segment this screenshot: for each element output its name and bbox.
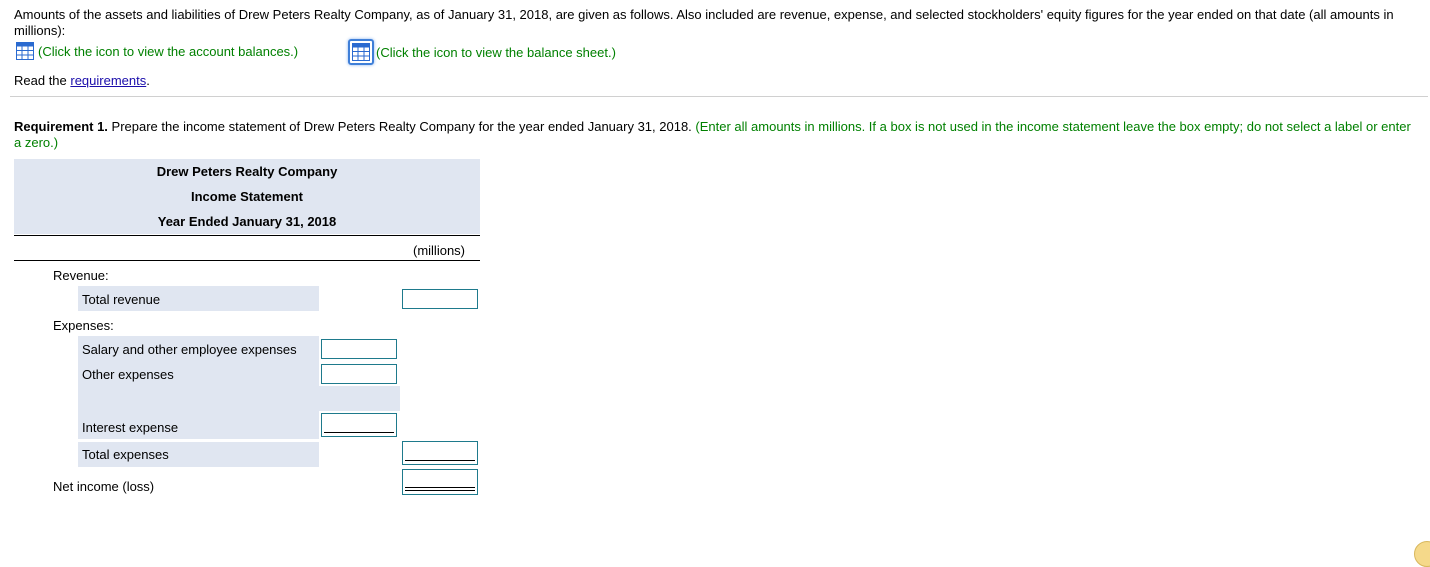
interest-expense-label[interactable]: Interest expense	[82, 420, 178, 435]
net-income-underline-top	[405, 487, 475, 488]
interest-expense-row[interactable]: Interest expense	[78, 411, 319, 439]
account-balances-link-text[interactable]: (Click the icon to view the account bala…	[38, 44, 298, 59]
other-expense-label[interactable]: Other expenses	[82, 367, 174, 382]
balance-sheet-link[interactable]: (Click the icon to view the balance shee…	[348, 39, 616, 65]
statement-title: Income Statement	[191, 189, 303, 204]
interest-expense-input[interactable]	[321, 413, 397, 437]
units-rule	[14, 260, 480, 261]
statement-header: Drew Peters Realty Company Income Statem…	[14, 159, 480, 234]
account-balances-link[interactable]: (Click the icon to view the account bala…	[16, 42, 298, 60]
total-revenue-input[interactable]	[402, 289, 478, 309]
salary-expense-row[interactable]: Salary and other employee expenses	[78, 336, 319, 361]
requirement-label: Requirement 1.	[14, 119, 108, 134]
requirement-text: Requirement 1. Prepare the income statem…	[14, 119, 1419, 151]
requirements-link[interactable]: requirements	[70, 73, 146, 88]
total-expenses-label[interactable]: Total expenses	[82, 447, 169, 462]
table-grid-icon[interactable]	[16, 42, 34, 60]
total-revenue-label[interactable]: Total revenue	[82, 292, 160, 307]
read-suffix: .	[146, 73, 150, 88]
table-grid-icon[interactable]	[348, 39, 374, 65]
header-rule	[14, 235, 480, 236]
read-requirements: Read the requirements.	[14, 73, 150, 88]
statement-period: Year Ended January 31, 2018	[157, 214, 337, 229]
net-income-input[interactable]	[402, 469, 478, 495]
balance-sheet-link-text[interactable]: (Click the icon to view the balance shee…	[376, 45, 616, 60]
expenses-heading: Expenses:	[53, 318, 114, 333]
units-label: (millions)	[413, 243, 465, 258]
net-income-label[interactable]: Net income (loss)	[53, 479, 154, 494]
revenue-heading: Revenue:	[53, 268, 109, 283]
total-expenses-row[interactable]: Total expenses	[78, 442, 319, 467]
salary-expense-label[interactable]: Salary and other employee expenses	[82, 342, 297, 357]
total-revenue-row[interactable]: Total revenue	[78, 286, 319, 311]
interest-underline	[324, 432, 394, 433]
company-name: Drew Peters Realty Company	[156, 164, 338, 179]
read-prefix: Read the	[14, 73, 71, 88]
other-expense-input[interactable]	[321, 364, 397, 384]
total-expenses-underline	[405, 460, 475, 461]
help-bubble-icon[interactable]	[1414, 541, 1430, 567]
requirement-body: Prepare the income statement of Drew Pet…	[107, 119, 692, 134]
intro-text: Amounts of the assets and liabilities of…	[14, 7, 1394, 38]
other-expense-row[interactable]: Other expenses	[78, 361, 319, 386]
divider	[10, 96, 1428, 97]
net-income-underline-bottom	[405, 490, 475, 491]
blank-expense-row[interactable]	[78, 386, 400, 411]
total-expenses-input[interactable]	[402, 441, 478, 465]
salary-expense-input[interactable]	[321, 339, 397, 359]
